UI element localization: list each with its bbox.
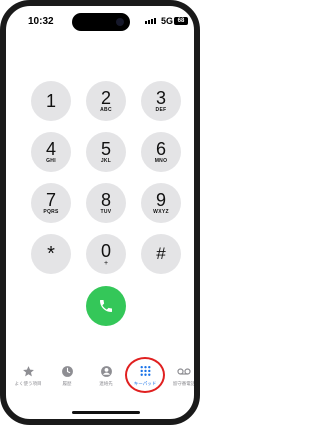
key-digit: 2	[100, 87, 111, 108]
key-digit: #	[156, 244, 166, 263]
tab-label: よく使う項目	[14, 381, 42, 386]
tab-recents[interactable]: 履歴	[48, 364, 86, 398]
keypad-highlight-ring	[125, 357, 165, 393]
key-letters: WXYZ	[153, 208, 169, 215]
key-1[interactable]: 1	[31, 81, 71, 121]
key-digit: 8	[100, 189, 111, 210]
network-label: 5G	[161, 16, 174, 26]
voicemail-icon	[177, 364, 191, 378]
tab-label: 履歴	[62, 381, 72, 386]
battery-icon: 68	[174, 17, 188, 25]
key-6[interactable]: 6 MNO	[141, 132, 181, 172]
phone-icon	[100, 300, 112, 312]
key-digit: 3	[155, 87, 166, 108]
clock-icon	[60, 364, 74, 378]
status-bar: 10:32 5G 68	[6, 11, 194, 31]
key-letters: TUV	[100, 208, 112, 215]
key-4[interactable]: 4 GHI	[31, 132, 71, 172]
key-letters: GHI	[46, 157, 56, 164]
key-digit: 4	[45, 138, 56, 159]
key-5[interactable]: 5 JKL	[86, 132, 126, 172]
tab-favorites[interactable]: よく使う項目	[9, 364, 47, 398]
key-digit: 0	[100, 240, 111, 261]
person-icon	[99, 364, 113, 378]
key-letters: DEF	[155, 106, 167, 113]
call-button[interactable]	[86, 286, 126, 326]
dialer-screen: 10:32 5G 68 1 2 ABC 3 DEF 4 GHI 5 JKL 6 …	[6, 6, 194, 419]
key-letters: ABC	[100, 106, 112, 113]
key-digit: 5	[100, 138, 111, 159]
key-letters: PQRS	[43, 208, 59, 215]
key-letters: MNO	[154, 157, 168, 164]
tab-bar: よく使う項目 履歴 連絡先 キーパッド 留守番電話	[6, 356, 194, 412]
camera-icon	[116, 18, 124, 26]
phone-frame: 10:32 5G 68 1 2 ABC 3 DEF 4 GHI 5 JKL 6 …	[0, 0, 200, 425]
key-letters: +	[103, 259, 109, 267]
tab-label: 留守番電話	[172, 381, 196, 386]
key-digit: 7	[45, 189, 56, 210]
key-digit: 9	[155, 189, 166, 210]
key-digit: 6	[155, 138, 166, 159]
key-9[interactable]: 9 WXYZ	[141, 183, 181, 223]
key-7[interactable]: 7 PQRS	[31, 183, 71, 223]
key-2[interactable]: 2 ABC	[86, 81, 126, 121]
key-digit: 1	[45, 91, 56, 111]
key-star[interactable]: *	[31, 234, 71, 274]
key-digit: *	[47, 243, 55, 265]
tab-label: 連絡先	[99, 381, 113, 386]
key-hash[interactable]: #	[141, 234, 181, 274]
key-0[interactable]: 0 +	[86, 234, 126, 274]
key-8[interactable]: 8 TUV	[86, 183, 126, 223]
tab-voicemail[interactable]: 留守番電話	[165, 364, 196, 398]
key-3[interactable]: 3 DEF	[141, 81, 181, 121]
status-time: 10:32	[28, 16, 54, 27]
signal-icon	[145, 18, 156, 24]
tab-contacts[interactable]: 連絡先	[87, 364, 125, 398]
home-indicator	[72, 411, 140, 414]
star-icon	[21, 364, 35, 378]
key-letters: JKL	[100, 157, 112, 164]
dynamic-island	[72, 13, 130, 31]
